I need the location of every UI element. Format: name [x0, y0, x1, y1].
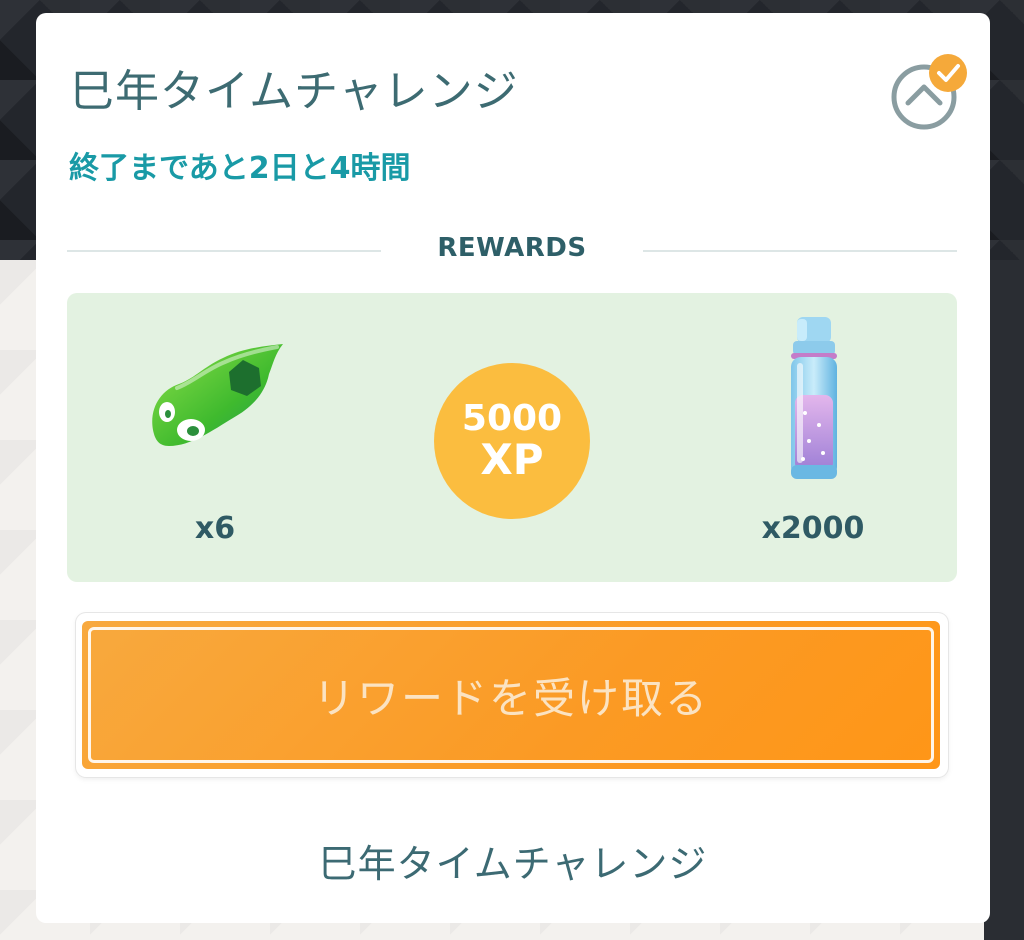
divider-right: [643, 250, 957, 252]
rewards-header: REWARDS: [67, 233, 957, 269]
checkmark-icon: [928, 53, 968, 93]
challenge-card: 巳年タイムチャレンジ 終了まであと2日と4時間 REWARDS x6 5000 …: [36, 13, 990, 923]
claim-button-label: リワードを受け取る: [312, 673, 709, 723]
snake-scale-icon: [147, 338, 287, 458]
claim-button-frame: リワードを受け取る: [76, 613, 948, 777]
challenge-title: 巳年タイムチャレンジ: [70, 66, 519, 117]
background-edge: [984, 260, 1024, 940]
time-remaining: 終了まであと2日と4時間: [69, 151, 411, 186]
stardust-count: x2000: [761, 511, 865, 546]
rewards-panel: x6 5000 XP x2000: [67, 293, 957, 582]
rewards-heading: REWARDS: [437, 233, 587, 263]
xp-amount: 5000: [461, 398, 563, 439]
snake-scale-count: x6: [194, 511, 236, 546]
footer-challenge-title: 巳年タイムチャレンジ: [318, 842, 708, 886]
claim-rewards-button[interactable]: リワードを受け取る: [82, 621, 940, 769]
xp-icon: 5000 XP: [434, 363, 590, 519]
stardust-jar-icon: [779, 315, 849, 485]
xp-unit: XP: [480, 435, 544, 484]
